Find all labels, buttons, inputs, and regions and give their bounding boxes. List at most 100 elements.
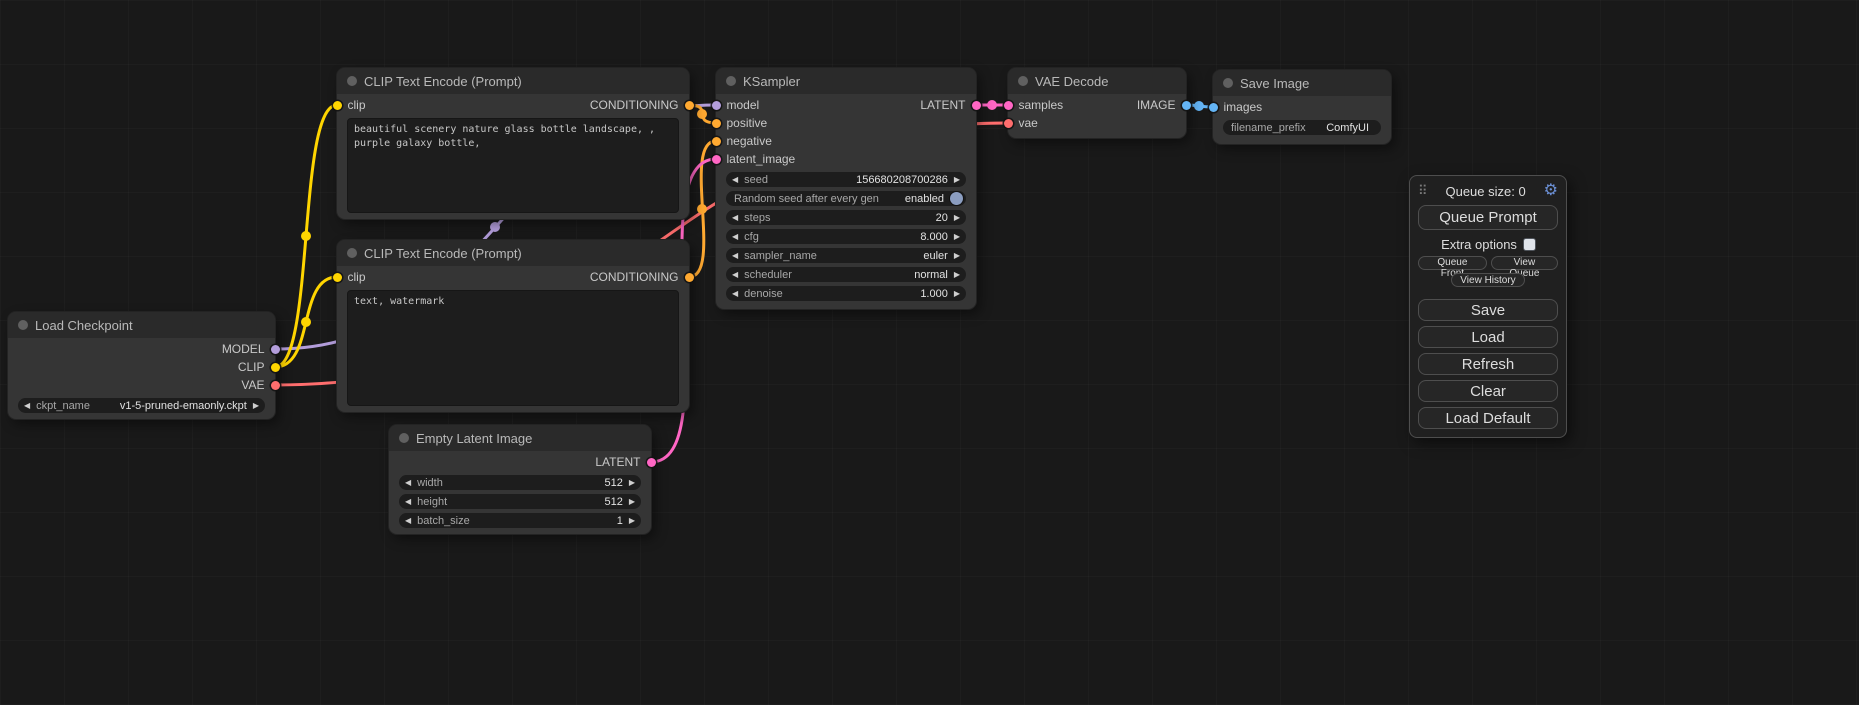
output-slot-latent[interactable]: LATENT	[920, 98, 966, 112]
collapse-dot[interactable]	[347, 76, 357, 86]
increment-arrow-icon[interactable]: ▶	[954, 267, 960, 282]
widget-random-seed-toggle[interactable]: Random seed after every gen enabled	[726, 191, 966, 206]
link-midpoint-dot-cond2[interactable]	[697, 204, 707, 214]
increment-arrow-icon[interactable]: ▶	[954, 286, 960, 301]
collapse-dot[interactable]	[1223, 78, 1233, 88]
node-header[interactable]: Empty Latent Image	[389, 425, 651, 451]
widget-filename-prefix[interactable]: filename_prefix ComfyUI	[1223, 120, 1381, 135]
decrement-arrow-icon[interactable]: ◀	[24, 398, 30, 413]
clear-button[interactable]: Clear	[1418, 380, 1558, 402]
queue-prompt-button[interactable]: Queue Prompt	[1418, 205, 1558, 230]
input-slot-latent-image[interactable]: latent_image	[726, 152, 795, 166]
node-header[interactable]: KSampler	[716, 68, 976, 94]
output-slot-conditioning[interactable]: CONDITIONING	[590, 270, 679, 284]
widget-seed[interactable]: ◀ seed 156680208700286 ▶	[726, 172, 966, 187]
input-slot-positive[interactable]: positive	[726, 116, 767, 130]
increment-arrow-icon[interactable]: ▶	[954, 248, 960, 263]
collapse-dot[interactable]	[347, 248, 357, 258]
link-midpoint-dot-cond1[interactable]	[697, 109, 707, 119]
input-slot-samples[interactable]: samples	[1018, 98, 1063, 112]
collapse-dot[interactable]	[399, 433, 409, 443]
widget-scheduler[interactable]: ◀ scheduler normal ▶	[726, 267, 966, 282]
vae-slot-dot[interactable]	[1004, 119, 1013, 128]
collapse-dot[interactable]	[18, 320, 28, 330]
input-slot-negative[interactable]: negative	[726, 134, 772, 148]
widget-ckpt-name[interactable]: ◀ ckpt_name v1-5-pruned-emaonly.ckpt ▶	[18, 398, 265, 413]
output-slot-image[interactable]: IMAGE	[1137, 98, 1176, 112]
widget-denoise[interactable]: ◀ denoise 1.000 ▶	[726, 286, 966, 301]
load-button[interactable]: Load	[1418, 326, 1558, 348]
widget-sampler-name[interactable]: ◀ sampler_name euler ▶	[726, 248, 966, 263]
widget-steps[interactable]: ◀ steps 20 ▶	[726, 210, 966, 225]
decrement-arrow-icon[interactable]: ◀	[405, 475, 411, 490]
conditioning-slot-dot[interactable]	[685, 273, 694, 282]
widget-batch-size[interactable]: ◀ batch_size 1 ▶	[399, 513, 641, 528]
link-midpoint-dot-latent2[interactable]	[987, 100, 997, 110]
drag-handle-icon[interactable]: ⠿	[1418, 183, 1428, 199]
save-button[interactable]: Save	[1418, 299, 1558, 321]
output-slot-vae[interactable]: VAE	[241, 378, 265, 392]
increment-arrow-icon[interactable]: ▶	[253, 398, 259, 413]
node-vae-decode[interactable]: VAE Decode samples IMAGE vae	[1008, 68, 1186, 138]
increment-arrow-icon[interactable]: ▶	[629, 475, 635, 490]
widget-cfg[interactable]: ◀ cfg 8.000 ▶	[726, 229, 966, 244]
input-slot-model[interactable]: model	[726, 98, 759, 112]
model-slot-dot[interactable]	[712, 101, 721, 110]
collapse-dot[interactable]	[1018, 76, 1028, 86]
output-slot-clip[interactable]: CLIP	[238, 360, 265, 374]
toggle-knob[interactable]	[950, 192, 963, 205]
conditioning-slot-dot[interactable]	[712, 119, 721, 128]
input-slot-clip[interactable]: clip	[347, 270, 366, 284]
node-save-image[interactable]: Save Image images filename_prefix ComfyU…	[1213, 70, 1391, 144]
decrement-arrow-icon[interactable]: ◀	[732, 172, 738, 187]
negative-prompt-textarea[interactable]: text, watermark	[347, 290, 679, 406]
node-header[interactable]: CLIP Text Encode (Prompt)	[337, 68, 689, 94]
image-slot-dot[interactable]	[1182, 101, 1191, 110]
increment-arrow-icon[interactable]: ▶	[954, 172, 960, 187]
refresh-button[interactable]: Refresh	[1418, 353, 1558, 375]
latent-slot-dot[interactable]	[1004, 101, 1013, 110]
decrement-arrow-icon[interactable]: ◀	[732, 267, 738, 282]
increment-arrow-icon[interactable]: ▶	[954, 210, 960, 225]
link-midpoint-dot-model[interactable]	[490, 222, 500, 232]
conditioning-slot-dot[interactable]	[712, 137, 721, 146]
model-slot-dot[interactable]	[271, 345, 280, 354]
output-slot-conditioning[interactable]: CONDITIONING	[590, 98, 679, 112]
settings-gear-icon[interactable]: ⚙	[1544, 183, 1558, 199]
output-slot-model[interactable]: MODEL	[222, 342, 265, 356]
image-slot-dot[interactable]	[1209, 103, 1218, 112]
decrement-arrow-icon[interactable]: ◀	[732, 229, 738, 244]
queue-panel[interactable]: ⠿ Queue size: 0 ⚙ Queue Prompt Extra opt…	[1409, 175, 1567, 438]
view-history-button[interactable]: View History	[1451, 273, 1524, 287]
increment-arrow-icon[interactable]: ▶	[954, 229, 960, 244]
comfyui-canvas[interactable]: { "colors": { "model": "#B39DDB", "clip"…	[0, 0, 1859, 705]
load-default-button[interactable]: Load Default	[1418, 407, 1558, 429]
conditioning-slot-dot[interactable]	[685, 101, 694, 110]
link-midpoint-dot-image[interactable]	[1194, 101, 1204, 111]
input-slot-clip[interactable]: clip	[347, 98, 366, 112]
link-midpoint-dot-clip1[interactable]	[301, 231, 311, 241]
input-slot-images[interactable]: images	[1223, 100, 1262, 114]
latent-slot-dot[interactable]	[647, 458, 656, 467]
increment-arrow-icon[interactable]: ▶	[629, 494, 635, 509]
node-clip-text-encode-negative[interactable]: CLIP Text Encode (Prompt) clip CONDITION…	[337, 240, 689, 412]
node-header[interactable]: VAE Decode	[1008, 68, 1186, 94]
node-empty-latent-image[interactable]: Empty Latent Image LATENT ◀ width 512 ▶ …	[389, 425, 651, 534]
clip-slot-dot[interactable]	[333, 101, 342, 110]
widget-width[interactable]: ◀ width 512 ▶	[399, 475, 641, 490]
widget-height[interactable]: ◀ height 512 ▶	[399, 494, 641, 509]
decrement-arrow-icon[interactable]: ◀	[732, 210, 738, 225]
node-header[interactable]: Load Checkpoint	[8, 312, 275, 338]
output-slot-latent[interactable]: LATENT	[595, 455, 641, 469]
clip-slot-dot[interactable]	[271, 363, 280, 372]
input-slot-vae[interactable]: vae	[1018, 116, 1038, 130]
queue-front-button[interactable]: Queue Front	[1418, 256, 1487, 270]
node-ksampler[interactable]: KSampler model LATENT positive negative	[716, 68, 976, 309]
decrement-arrow-icon[interactable]: ◀	[405, 494, 411, 509]
positive-prompt-textarea[interactable]: beautiful scenery nature glass bottle la…	[347, 118, 679, 213]
view-queue-button[interactable]: View Queue	[1491, 256, 1558, 270]
latent-slot-dot[interactable]	[712, 155, 721, 164]
extra-options-checkbox[interactable]	[1524, 239, 1535, 250]
node-header[interactable]: CLIP Text Encode (Prompt)	[337, 240, 689, 266]
link-midpoint-dot-clip2[interactable]	[301, 317, 311, 327]
